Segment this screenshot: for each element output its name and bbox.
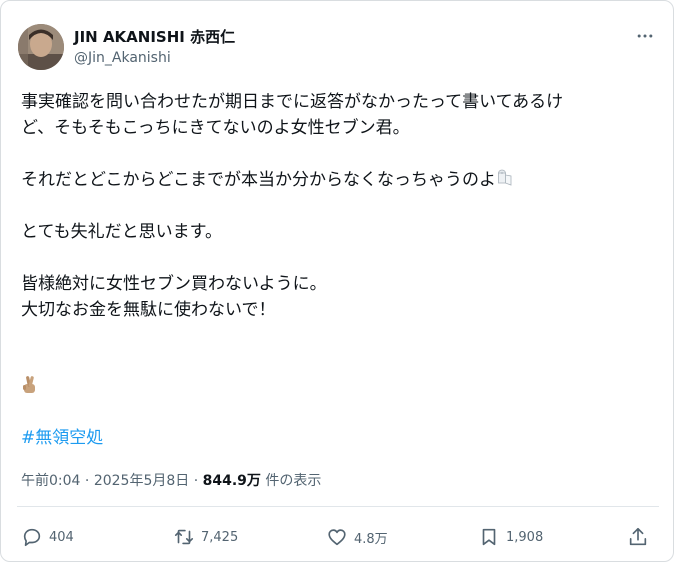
share-icon — [629, 527, 647, 546]
meta-separator: · — [189, 473, 203, 489]
retweet-icon — [174, 529, 194, 545]
tweet-text-line: 皆様絶対に女性セブン買わないように。 — [21, 274, 327, 294]
bookmark-icon — [482, 528, 496, 546]
meta-separator: · — [80, 473, 94, 489]
divider — [17, 506, 659, 507]
author-display-name[interactable]: JIN AKANISHI 赤西仁 — [74, 26, 235, 47]
tweet-text-line: それだとどこからどこまでが本当か分からなくなっちゃうのよ — [21, 167, 661, 193]
share-button[interactable] — [627, 523, 649, 551]
more-horizontal-icon — [637, 34, 653, 38]
tweet-card: JIN AKANISHI 赤西仁 @Jin_Akanishi 事実確認を問い合わ… — [0, 0, 674, 562]
post-time[interactable]: 午前0:04 — [21, 473, 80, 489]
toilet-paper-emoji-icon — [498, 169, 512, 186]
reply-button[interactable]: 404 — [21, 523, 74, 551]
tweet-text-line: ど、そもそもこっちにきてないのよ女性セブン君。 — [21, 118, 410, 138]
heart-icon — [328, 529, 346, 546]
hashtag-link[interactable]: #無領空処 — [21, 423, 103, 448]
more-options-button[interactable] — [633, 25, 657, 47]
reply-icon — [23, 528, 41, 547]
tweet-text: 事実確認を問い合わせたが期日までに返答がなかったって書いてあるけ ど、そもそもこ… — [21, 89, 661, 323]
reply-count: 404 — [49, 529, 74, 545]
crossed-fingers-emoji-icon — [23, 376, 35, 393]
avatar[interactable] — [18, 24, 64, 70]
like-button[interactable]: 4.8万 — [326, 523, 388, 551]
bookmark-button[interactable]: 1,908 — [478, 523, 543, 551]
tweet-text-line: 事実確認を問い合わせたが期日までに返答がなかったって書いてあるけ — [21, 92, 564, 112]
profile-photo-icon — [18, 24, 64, 70]
post-date[interactable]: 2025年5月8日 — [94, 473, 189, 489]
views-count: 844.9万 — [202, 473, 261, 489]
views-label: 件の表示 — [260, 473, 322, 489]
like-count: 4.8万 — [354, 531, 388, 547]
tweet-text-line: とても失礼だと思います。 — [21, 222, 222, 242]
tweet-text-line: 大切なお金を無駄に使わないで！ — [21, 300, 276, 320]
retweet-count: 7,425 — [201, 529, 239, 545]
author-handle[interactable]: @Jin_Akanishi — [74, 50, 171, 66]
bookmark-count: 1,908 — [506, 529, 544, 545]
retweet-button[interactable]: 7,425 — [173, 523, 238, 551]
tweet-metadata: 午前0:04 · 2025年5月8日 · 844.9万 件の表示 — [21, 470, 321, 490]
